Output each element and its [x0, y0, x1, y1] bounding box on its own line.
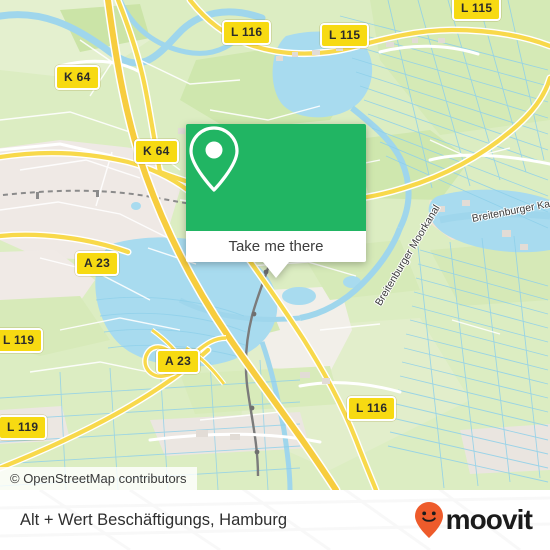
map-canvas[interactable]: L 116 L 115 L 115 K 64 K 64 A 23 L 119 A… [0, 0, 550, 490]
callout-pointer-tail [263, 262, 289, 278]
take-me-there-label: Take me there [228, 238, 324, 255]
road-shield-k64-upper[interactable]: K 64 [55, 65, 100, 90]
location-callout-card: Take me there [186, 124, 366, 278]
moovit-brand[interactable]: moovit [414, 501, 533, 539]
moovit-wordmark: moovit [445, 504, 533, 535]
take-me-there-button[interactable]: Take me there [186, 231, 366, 278]
card-pin-area [186, 124, 366, 231]
map-pin-icon [189, 126, 239, 192]
moovit-smiley-pin-icon [414, 502, 443, 538]
map-attribution[interactable]: © OpenStreetMap contributors [0, 467, 197, 490]
road-shield-k64-lower[interactable]: K 64 [134, 139, 179, 164]
road-shield-a23-lower[interactable]: A 23 [156, 349, 201, 374]
road-shield-l116-north[interactable]: L 116 [222, 20, 272, 45]
road-shield-l116-south[interactable]: L 116 [347, 396, 397, 421]
footer-bar: Alt + Wert Beschäftigungs, Hamburg moovi… [0, 490, 550, 550]
road-shield-l119-upper[interactable]: L 119 [0, 328, 44, 353]
road-shield-l119-lower[interactable]: L 119 [0, 415, 48, 440]
moovit-map-screenshot: L 116 L 115 L 115 K 64 K 64 A 23 L 119 A… [0, 0, 550, 550]
road-shield-l115-topright[interactable]: L 115 [452, 0, 502, 21]
road-shield-l115-north[interactable]: L 115 [320, 23, 370, 48]
place-title: Alt + Wert Beschäftigungs, Hamburg [20, 510, 288, 529]
road-shield-a23-upper[interactable]: A 23 [75, 251, 120, 276]
